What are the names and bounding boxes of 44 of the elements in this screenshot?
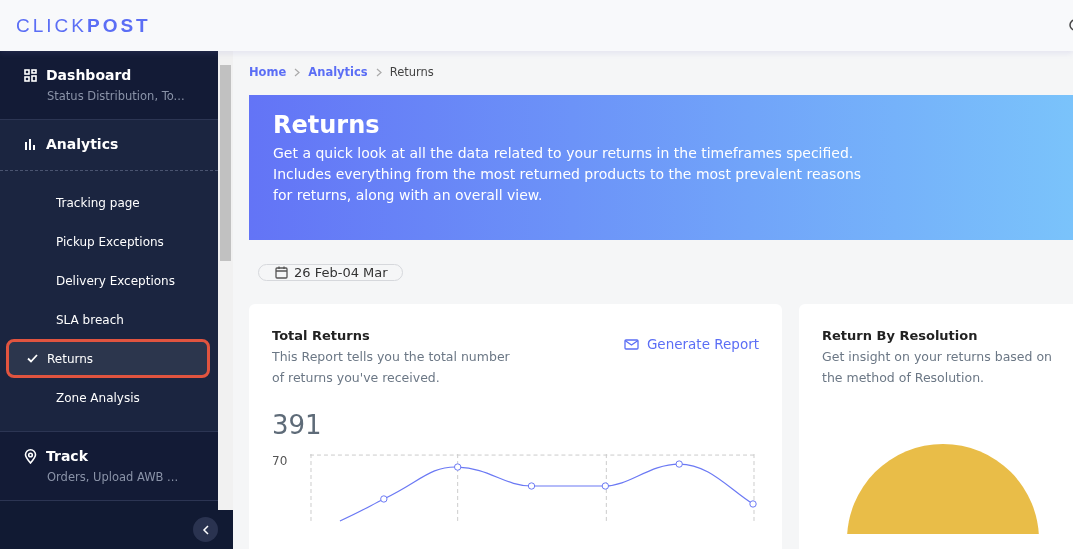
chevron-right-icon	[294, 67, 301, 77]
location-pin-icon	[24, 448, 37, 464]
chart-point	[601, 482, 610, 490]
date-range-button[interactable]: 26 Feb-04 Mar	[258, 264, 403, 281]
chevron-left-icon	[201, 524, 210, 535]
sidebar-item[interactable]: Pickup Exceptions	[6, 222, 210, 261]
axis-tick-label: 70	[272, 454, 289, 470]
bar-chart-icon	[24, 138, 37, 150]
chevron-right-icon	[375, 67, 382, 77]
collapse-sidebar-button[interactable]	[193, 517, 218, 542]
section-title: Track	[46, 448, 88, 464]
banner-title: Returns	[273, 111, 381, 139]
check-icon	[27, 354, 38, 363]
grid-icon	[24, 68, 37, 82]
card-description: Get insight on your returns based on the method of Resolution.	[822, 348, 1053, 387]
banner-description: Get a quick look at all the data related to your returns in the timeframes specified. Includes everything from the most returned products to the most prevalent reasons for returns, along with an overall view.	[273, 144, 863, 205]
total-count: 391	[272, 410, 323, 440]
section-subtitle: Status Distribution, To...	[46, 88, 186, 105]
breadcrumb-link[interactable]: Home	[249, 65, 287, 79]
chart-point	[454, 463, 462, 471]
section-title: Dashboard	[46, 67, 132, 83]
sidebar-item[interactable]: Tracking page	[6, 183, 210, 222]
card-title: Return By Resolution	[822, 328, 979, 343]
sidebar-item[interactable]: Delivery Exceptions	[6, 261, 210, 300]
chart-point	[749, 500, 757, 508]
scrollbar[interactable]	[218, 51, 233, 510]
chart-point	[675, 460, 683, 468]
breadcrumb-link[interactable]: Analytics	[308, 65, 368, 79]
generate-report-link[interactable]: Generate Report	[623, 335, 759, 353]
card-title: Total Returns	[272, 328, 371, 343]
section-title: Analytics	[46, 136, 119, 152]
calendar-icon	[275, 266, 288, 279]
sidebar-section[interactable]: Analytics Tracking page Pickup Exceptions Delivery Exceptions SLA breach Returns Zone Analysis	[0, 120, 218, 432]
sidebar-item[interactable]: Returns	[6, 339, 210, 378]
mail-icon	[623, 338, 639, 350]
clickpost-logo: CLICK POST	[16, 14, 151, 37]
chart-point	[380, 495, 388, 503]
current-page-label: Returns	[389, 65, 434, 79]
search-icon[interactable]	[1068, 18, 1073, 33]
section-subtitle: Orders, Upload AWB ...	[46, 469, 180, 486]
chart-point	[527, 482, 536, 490]
sidebar-item[interactable]: SLA breach	[6, 300, 210, 339]
card-description: This Report tells you the total number of returns you've received.	[272, 348, 511, 387]
sidebar-item[interactable]: Zone Analysis	[6, 378, 210, 417]
